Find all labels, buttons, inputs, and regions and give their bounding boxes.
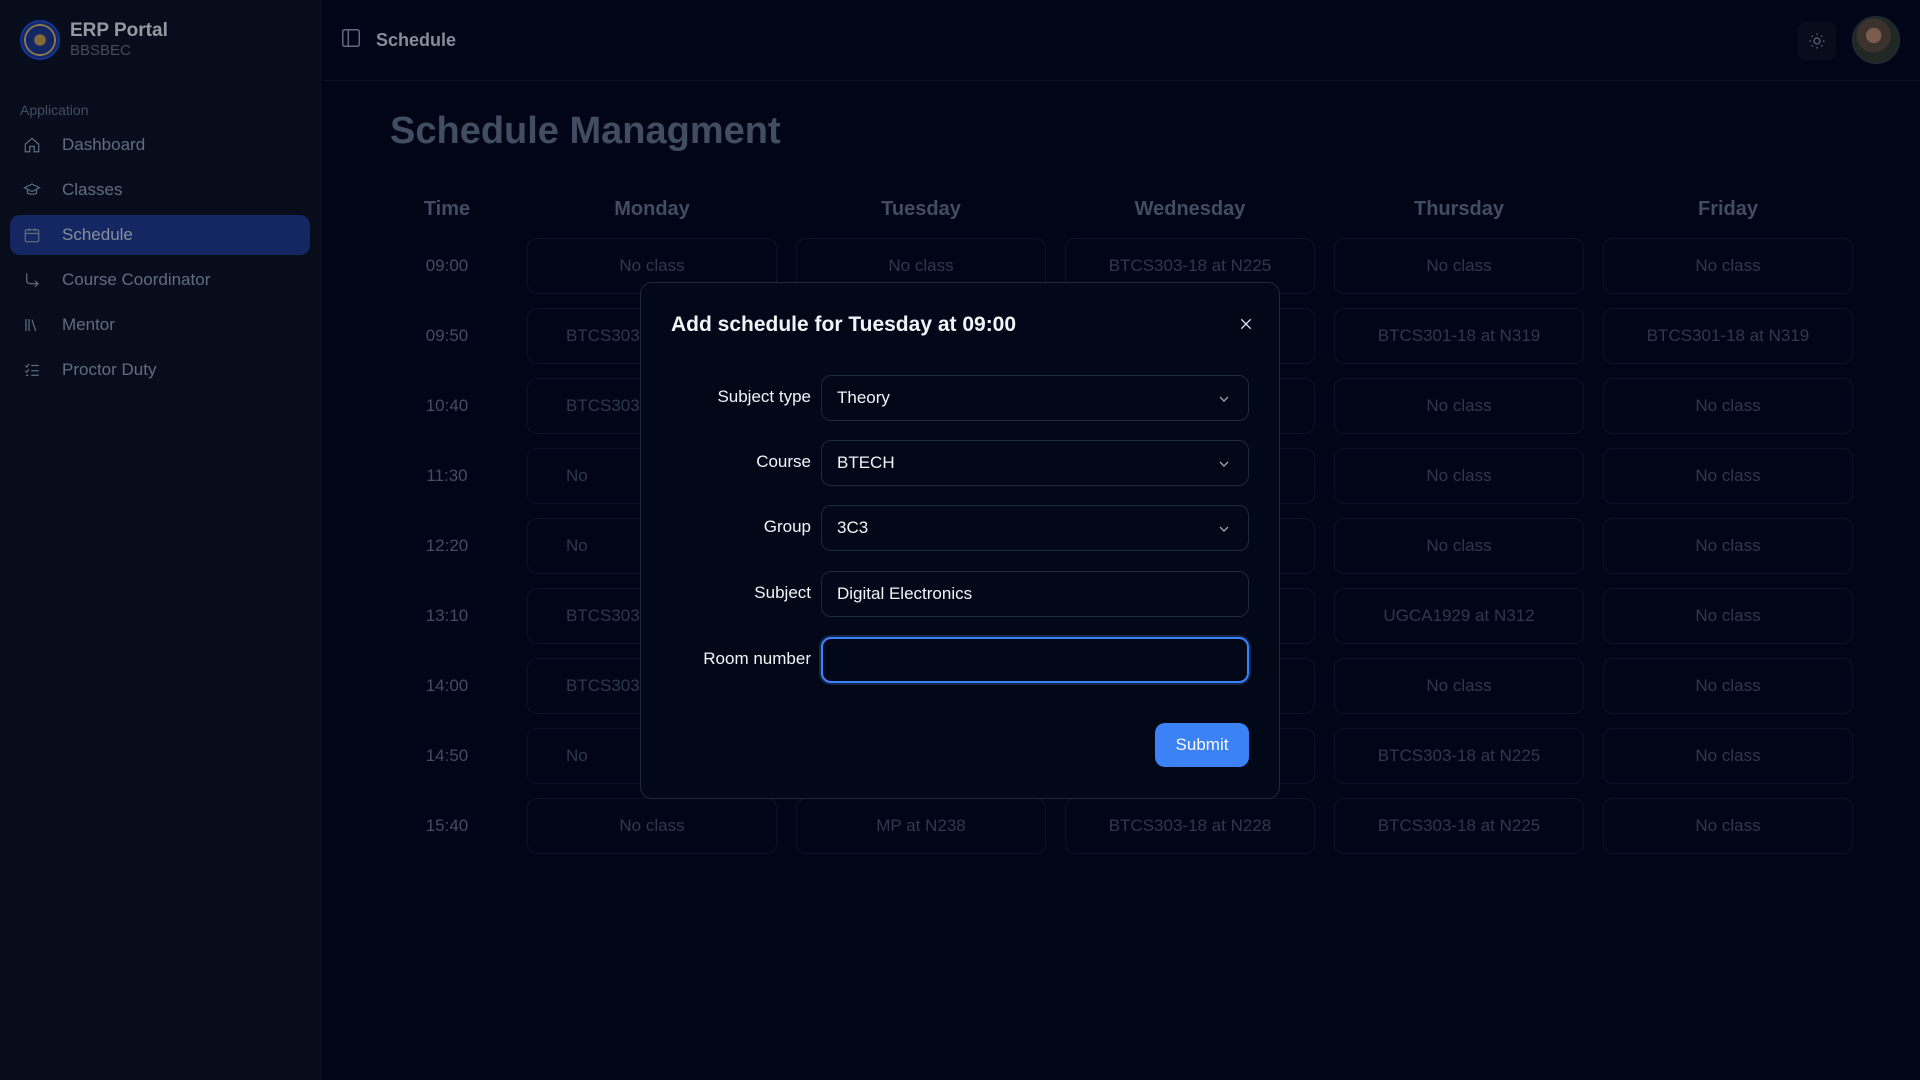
chevron-down-icon <box>1216 521 1232 537</box>
group-value: 3C3 <box>837 518 869 537</box>
submit-button[interactable]: Submit <box>1155 723 1249 767</box>
group-select[interactable]: 3C3 <box>821 505 1249 551</box>
chevron-down-icon <box>1216 456 1232 472</box>
close-icon <box>1240 318 1252 330</box>
subject-value: Digital Electronics <box>837 584 973 603</box>
subject-type-label: Subject type <box>717 387 811 406</box>
close-button[interactable] <box>1235 313 1257 335</box>
room-number-label: Room number <box>703 649 811 668</box>
subject-label: Subject <box>754 583 811 602</box>
subject-type-value: Theory <box>837 388 890 407</box>
room-number-input[interactable] <box>838 650 1247 670</box>
subject-type-select[interactable]: Theory <box>821 375 1249 421</box>
group-label: Group <box>763 517 811 536</box>
add-schedule-dialog: Add schedule for Tuesday at 09:00 Subjec… <box>640 282 1280 799</box>
course-value: BTECH <box>837 453 895 472</box>
dialog-title: Add schedule for Tuesday at 09:00 <box>671 313 1017 336</box>
course-label: Course <box>756 452 811 471</box>
chevron-down-icon <box>1216 391 1232 407</box>
subject-field[interactable]: Digital Electronics <box>821 571 1249 617</box>
course-select[interactable]: BTECH <box>821 440 1249 486</box>
room-number-field[interactable] <box>821 637 1249 683</box>
